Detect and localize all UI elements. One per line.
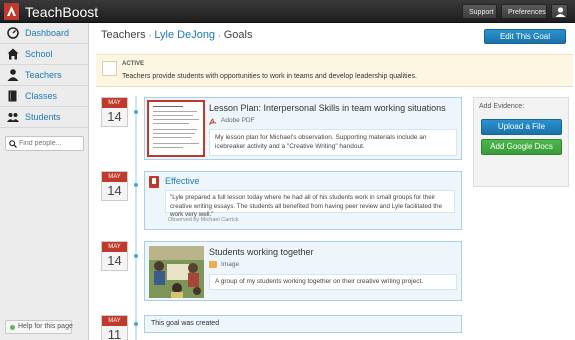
- evidence-card-lesson-plan[interactable]: Lesson Plan: Interpersonal Skills in tea…: [144, 97, 462, 160]
- timeline-line: [135, 96, 137, 340]
- image-icon: [209, 261, 217, 268]
- goal-created-text: This goal was created: [151, 320, 220, 327]
- date-day: 11: [102, 326, 127, 340]
- date-badge: MAY 14: [101, 97, 128, 127]
- date-badge: MAY 11: [101, 315, 128, 340]
- timeline-dot: [134, 322, 138, 326]
- classes-icon: [8, 90, 17, 102]
- date-day: 14: [102, 252, 127, 270]
- students-icon: [7, 113, 19, 122]
- goal-description: Teachers provide students with opportuni…: [122, 73, 417, 80]
- dashboard-icon: [7, 27, 19, 39]
- goal-checkbox[interactable]: [102, 61, 117, 76]
- breadcrumb-separator-icon: ›: [148, 31, 152, 40]
- sidebar-item-dashboard[interactable]: Dashboard: [0, 23, 88, 44]
- sidebar-item-school[interactable]: School: [0, 44, 88, 65]
- sidebar-item-teachers[interactable]: Teachers: [0, 65, 88, 86]
- breadcrumb-separator-icon: ›: [218, 31, 221, 40]
- goal-status: ACTIVE: [122, 61, 145, 67]
- breadcrumb-current: Goals: [223, 29, 253, 41]
- sidebar-item-label: Dashboard: [25, 28, 70, 38]
- date-month: MAY: [102, 172, 127, 182]
- date-month: MAY: [102, 242, 127, 252]
- evidence-title[interactable]: Students working together: [209, 247, 314, 257]
- preferences-button[interactable]: Preferences: [501, 4, 547, 19]
- pdf-icon: [209, 118, 217, 125]
- photo-image-icon: [149, 246, 204, 298]
- date-badge: MAY 14: [101, 241, 128, 271]
- add-evidence-panel: Add Evidence: Upload a File Add Google D…: [473, 97, 569, 187]
- observation-card[interactable]: Effective "Lyle prepared a full lesson t…: [144, 171, 462, 230]
- upload-file-button[interactable]: Upload a File: [481, 119, 562, 135]
- evidence-card-image[interactable]: Students working together Image A group …: [144, 241, 462, 301]
- help-button[interactable]: Help for this page: [5, 320, 73, 334]
- edit-goal-button[interactable]: Edit This Goal: [484, 29, 566, 44]
- app-brand[interactable]: TeachBoost: [25, 4, 98, 20]
- breadcrumb: Teachers › Lyle DeJong › Goals: [101, 29, 252, 41]
- school-icon: [7, 48, 19, 60]
- sidebar-item-label: Teachers: [25, 70, 62, 80]
- sidebar-item-label: Students: [25, 112, 61, 122]
- timeline-dot: [134, 110, 138, 114]
- sidebar: Dashboard School Teachers Classes Studen…: [0, 23, 89, 340]
- help-label: Help for this page: [18, 323, 73, 330]
- sidebar-item-classes[interactable]: Classes: [0, 86, 88, 107]
- sidebar-item-label: School: [25, 49, 53, 59]
- observation-icon: [149, 176, 159, 188]
- goal-banner: ACTIVE Teachers provide students with op…: [96, 54, 573, 87]
- search-input[interactable]: [19, 138, 81, 149]
- add-evidence-title: Add Evidence:: [479, 103, 525, 110]
- help-status-icon: [10, 325, 15, 330]
- goal-created-card: This goal was created: [144, 315, 462, 333]
- add-google-docs-button[interactable]: Add Google Docs: [481, 139, 562, 155]
- file-type-label: Image: [221, 261, 240, 268]
- evidence-title[interactable]: Lesson Plan: Interpersonal Skills in tea…: [209, 103, 446, 113]
- date-day: 14: [102, 182, 127, 200]
- user-icon: [555, 7, 566, 17]
- timeline-dot: [134, 254, 138, 258]
- teachboost-logo-icon: [4, 3, 19, 20]
- observation-quote: "Lyle prepared a full lesson today where…: [165, 190, 455, 218]
- students-photo-thumbnail[interactable]: [149, 246, 204, 298]
- top-bar: TeachBoost Support Preferences: [0, 0, 575, 23]
- observer-name: Observed by Michael Carrick: [168, 217, 239, 223]
- timeline-dot: [134, 183, 138, 187]
- observation-rating[interactable]: Effective: [165, 176, 199, 186]
- sidebar-item-students[interactable]: Students: [0, 107, 88, 128]
- file-type-label: Adobe PDF: [221, 117, 255, 124]
- date-month: MAY: [102, 98, 127, 108]
- date-day: 14: [102, 108, 127, 126]
- teacher-icon: [7, 69, 19, 81]
- pdf-thumbnail[interactable]: [147, 100, 205, 157]
- date-month: MAY: [102, 316, 127, 326]
- search-icon: [9, 140, 17, 148]
- evidence-description: A group of my students working together …: [209, 274, 457, 290]
- find-people-search: [5, 136, 84, 151]
- user-menu-button[interactable]: [551, 4, 568, 19]
- breadcrumb-teachers[interactable]: Teachers: [101, 29, 146, 41]
- evidence-description: My lesson plan for Michael's observation…: [209, 129, 457, 156]
- support-button[interactable]: Support: [462, 4, 497, 19]
- date-badge: MAY 14: [101, 171, 128, 201]
- sidebar-item-label: Classes: [25, 91, 58, 101]
- breadcrumb-teacher-name[interactable]: Lyle DeJong: [154, 29, 215, 41]
